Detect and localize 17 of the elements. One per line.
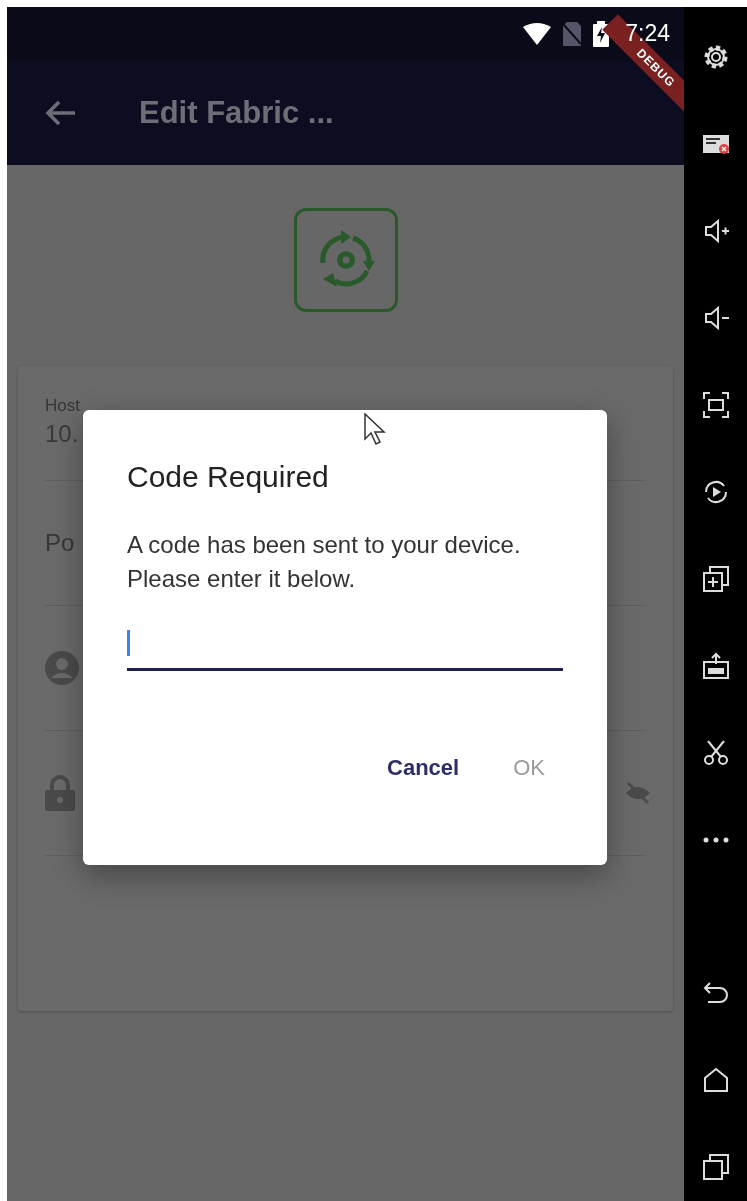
wifi-icon [523, 22, 552, 45]
back-arrow-icon[interactable] [45, 99, 77, 126]
mouse-pointer-icon [364, 413, 386, 445]
screen-title: Edit Fabric ... [139, 94, 334, 131]
clock-time: 7:24 [625, 20, 670, 47]
recent-apps-icon[interactable] [701, 1153, 730, 1181]
screenshot-icon[interactable] [701, 391, 730, 419]
person-icon [45, 651, 79, 685]
scissors-icon[interactable] [701, 739, 730, 767]
add-window-icon[interactable] [701, 565, 730, 593]
battery-charging-icon [593, 20, 610, 47]
dialog-title: Code Required [127, 460, 330, 494]
no-sim-icon [563, 21, 582, 46]
lock-icon [45, 775, 75, 811]
dialog-message: A code has been sent to your device. Please enter it below. [127, 530, 522, 594]
home-icon[interactable] [701, 1066, 730, 1094]
dialog-button[interactable]: Cancel [383, 747, 464, 789]
